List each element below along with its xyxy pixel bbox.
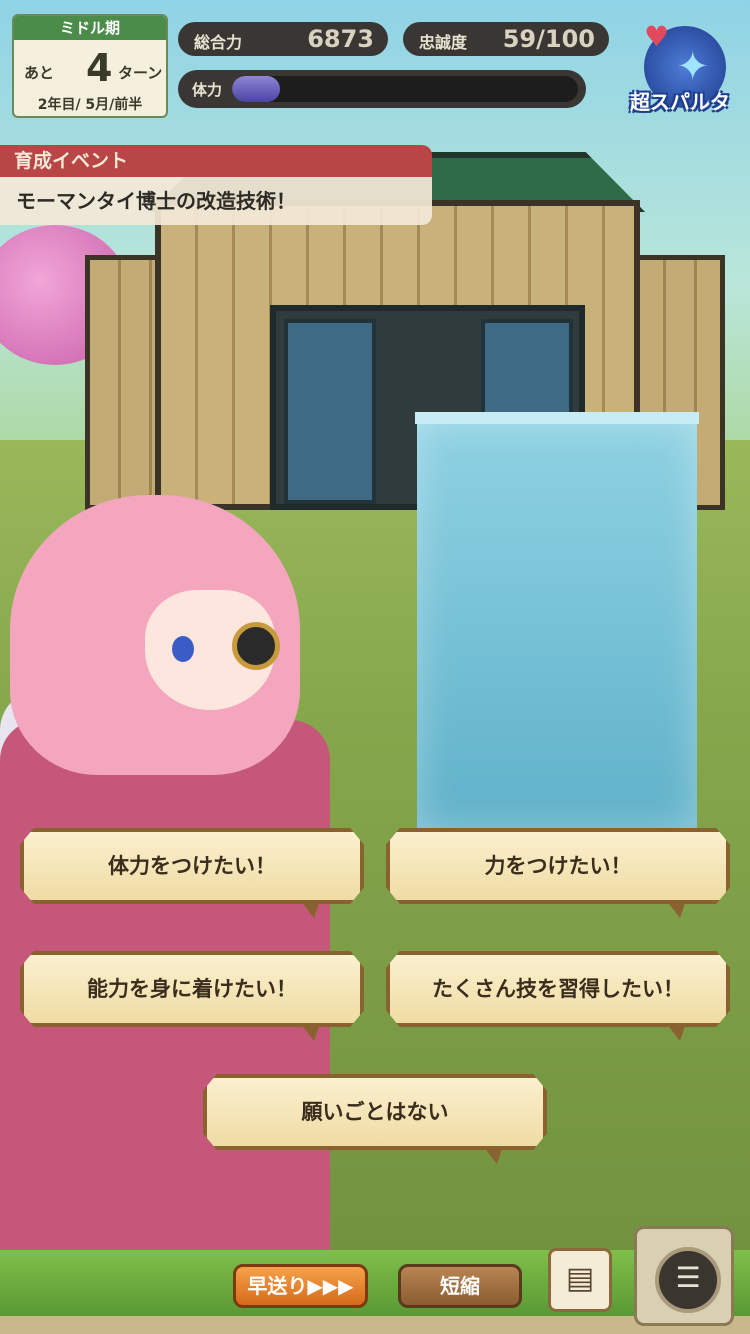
menu-button[interactable]: ☰ [634, 1226, 734, 1326]
total-power-pill: 総合力 6873 [178, 22, 388, 56]
stamina-gauge: 体力 [178, 70, 586, 108]
choice-skills[interactable]: たくさん技を習得したい！ [386, 951, 730, 1027]
speech-tail [666, 1023, 686, 1041]
choice-ability[interactable]: 能力を身に着けたい！ [20, 951, 364, 1027]
character-goggle [232, 622, 280, 670]
total-power-value: 6873 [307, 25, 374, 53]
turns-prefix: あと [24, 64, 55, 82]
choice-power[interactable]: 力をつけたい！ [386, 828, 730, 904]
speech-tail [666, 900, 686, 918]
event-title: モーマンタイ博士の改造技術！ [0, 177, 432, 225]
turns-remaining: あと 4 ターン [14, 46, 166, 90]
training-mode-badge[interactable]: ✦ ♥ 超スパルタ [624, 20, 736, 120]
stamina-track [232, 76, 578, 102]
choice-no-wish[interactable]: 願いごとはない [203, 1074, 547, 1150]
shorten-button[interactable]: 短縮 [398, 1264, 522, 1308]
turn-counter: ミドル期 あと 4 ターン 2年目/ 5月/前半 [12, 14, 168, 118]
character-eye [172, 636, 194, 662]
fast-forward-button[interactable]: 早送り▶▶▶ [233, 1264, 368, 1308]
event-category: 育成イベント [0, 145, 432, 177]
document-log-icon: ▤ [565, 1261, 595, 1296]
ice-block [415, 412, 699, 830]
training-phase: ミドル期 [14, 16, 166, 40]
loyalty-value: 59/100 [502, 25, 595, 53]
turns-suffix: ターン [118, 64, 163, 82]
turns-number: 4 [86, 46, 113, 90]
stamina-fill [232, 76, 281, 102]
speech-tail [300, 1023, 320, 1041]
stamina-label: 体力 [192, 81, 223, 99]
loyalty-label: 忠誠度 [419, 33, 468, 52]
speech-tail [300, 900, 320, 918]
shuriken-icon: ✦ [676, 44, 710, 90]
heart-icon: ♥ [644, 20, 670, 53]
menu-hamburger-icon: ☰ [655, 1247, 721, 1313]
calendar-date: 2年目/ 5月/前半 [37, 97, 143, 113]
barn-door-panel [284, 319, 376, 504]
speech-tail [483, 1146, 503, 1164]
choice-stamina[interactable]: 体力をつけたい！ [20, 828, 364, 904]
log-button[interactable]: ▤ [548, 1248, 612, 1312]
loyalty-pill: 忠誠度 59/100 [403, 22, 609, 56]
total-power-label: 総合力 [194, 33, 243, 52]
mode-label: 超スパルタ [630, 90, 730, 114]
